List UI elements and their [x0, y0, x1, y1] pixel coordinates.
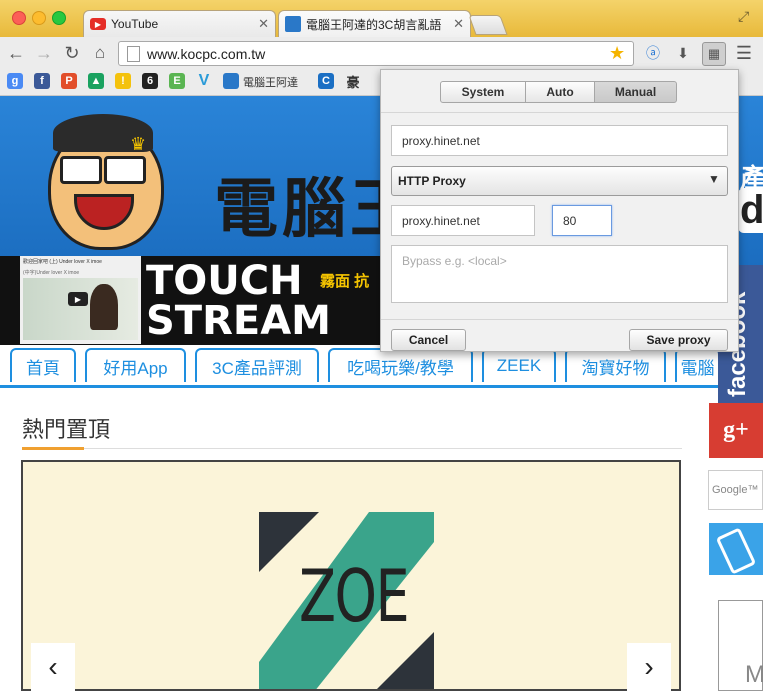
google-search-widget[interactable]: Google™: [708, 470, 763, 510]
mode-tab-system[interactable]: System: [440, 81, 526, 103]
bookmark-c-icon[interactable]: C: [318, 73, 334, 89]
download-icon[interactable]: ⬇: [672, 42, 694, 64]
ad-text-line2: STREAM: [146, 298, 331, 344]
zoom-window-button[interactable]: [52, 11, 66, 25]
video-subtitle: (中字)Under lover X imoe: [23, 270, 80, 276]
proxy-extension-icon[interactable]: ▦: [702, 42, 726, 66]
chevron-down-icon: ▼: [708, 172, 720, 186]
home-icon[interactable]: ⌂: [89, 42, 111, 64]
bookmark-star-icon[interactable]: ★: [609, 43, 625, 64]
tab-close-icon[interactable]: ✕: [453, 16, 464, 32]
proxy-port-input[interactable]: 80: [552, 205, 612, 236]
tab-title: YouTube: [111, 17, 159, 31]
extension-a-icon[interactable]: ⓐ: [642, 42, 664, 64]
bookmark-kocpc-icon[interactable]: [223, 73, 239, 89]
slider-next-button[interactable]: ›: [627, 643, 671, 691]
sidebar-box: M: [718, 600, 763, 691]
site-favicon: [285, 16, 301, 32]
bookmark-glyph-icon[interactable]: 豪: [345, 73, 361, 90]
slide-text: ZOE: [299, 554, 410, 638]
nav-computer[interactable]: 電腦: [675, 348, 720, 382]
mascot-illustration: [28, 104, 178, 264]
bookmark-vimeo-icon[interactable]: V: [196, 72, 212, 89]
back-icon[interactable]: ←: [5, 42, 27, 64]
minimize-window-button[interactable]: [32, 11, 46, 25]
video-thumbnail[interactable]: 歡迎回家吧 (上) Under lover X imoe (中字)Under l…: [20, 256, 141, 344]
fullscreen-icon[interactable]: ⤢: [738, 8, 754, 24]
tab-youtube[interactable]: ▶ YouTube ✕: [83, 10, 276, 37]
menu-icon[interactable]: ☰: [733, 42, 755, 64]
ad-text-line1: TOUCH: [146, 258, 303, 304]
url-text: www.kocpc.com.tw: [147, 46, 266, 62]
page-icon: [127, 46, 140, 62]
pac-url-input[interactable]: proxy.hinet.net: [391, 125, 728, 156]
bookmark-keep-icon[interactable]: !: [115, 73, 131, 89]
proxy-popup: System Auto Manual proxy.hinet.net HTTP …: [380, 69, 739, 352]
youtube-icon: ▶: [90, 18, 106, 30]
proxy-type-value: HTTP Proxy: [398, 174, 466, 188]
nav-home[interactable]: 首頁: [10, 348, 76, 382]
mode-tab-auto[interactable]: Auto: [525, 81, 595, 103]
tab-close-icon[interactable]: ✕: [258, 16, 269, 32]
close-window-button[interactable]: [12, 11, 26, 25]
bypass-textarea[interactable]: Bypass e.g. <local>: [391, 245, 728, 303]
new-tab-button[interactable]: [468, 15, 508, 35]
mode-tab-manual[interactable]: Manual: [594, 81, 677, 103]
bookmark-flipboard-icon[interactable]: P: [61, 73, 77, 89]
section-divider: [22, 448, 682, 449]
nav-taobao[interactable]: 淘寶好物: [565, 348, 666, 382]
nav-lifestyle[interactable]: 吃喝玩樂/教學: [328, 348, 473, 382]
bookmark-google-icon[interactable]: g: [7, 73, 23, 89]
section-accent: [22, 447, 84, 450]
sidebar-m-text: M: [745, 661, 763, 688]
bookmark-feedly-icon[interactable]: 6: [142, 73, 158, 89]
mobile-icon[interactable]: [709, 523, 763, 575]
forward-icon[interactable]: →: [33, 42, 55, 64]
nav-reviews[interactable]: 3C產品評測: [195, 348, 319, 382]
bookmark-evernote-icon[interactable]: E: [169, 73, 185, 89]
tab-title: 電腦王阿達的3C胡言亂語: [306, 17, 442, 32]
save-proxy-button[interactable]: Save proxy: [629, 329, 728, 351]
section-title: 熱門置頂: [22, 417, 111, 442]
popup-footer-divider: [381, 319, 738, 320]
reload-icon[interactable]: ↻: [61, 42, 83, 64]
bookmark-label[interactable]: 電腦王阿達: [243, 74, 298, 90]
nav-zeek[interactable]: ZEEK: [482, 348, 556, 382]
featured-slider[interactable]: ZOE: [21, 460, 681, 691]
bookmark-drive-icon[interactable]: ▲: [88, 73, 104, 89]
person-photo: [90, 284, 118, 330]
banner-right-logo: di: [738, 188, 763, 233]
gplus-widget[interactable]: g+: [709, 403, 763, 458]
ad-side-text: 霧面 抗: [320, 273, 370, 290]
proxy-type-select[interactable]: HTTP Proxy ▼: [391, 166, 728, 196]
proxy-host-input[interactable]: proxy.hinet.net: [391, 205, 535, 236]
popup-divider: [381, 112, 738, 113]
bookmark-facebook-icon[interactable]: f: [34, 73, 50, 89]
ad-banner[interactable]: 歡迎回家吧 (上) Under lover X imoe (中字)Under l…: [0, 256, 380, 348]
slider-prev-button[interactable]: ‹: [31, 643, 75, 691]
tab-kocpc[interactable]: 電腦王阿達的3C胡言亂語 ✕: [278, 10, 471, 37]
video-title: 歡迎回家吧 (上) Under lover X imoe: [23, 259, 102, 265]
play-icon[interactable]: ▶: [68, 292, 88, 306]
cancel-button[interactable]: Cancel: [391, 329, 466, 351]
address-bar[interactable]: www.kocpc.com.tw ★: [118, 41, 634, 66]
crown-icon: ♛: [130, 134, 147, 154]
nav-apps[interactable]: 好用App: [85, 348, 186, 382]
